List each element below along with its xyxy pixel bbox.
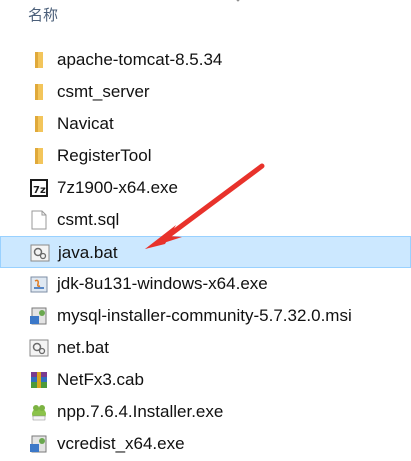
name-column-header[interactable]: 名称 [28, 4, 58, 25]
list-item[interactable]: apache-tomcat-8.5.34 [0, 44, 411, 76]
file-name: net.bat [57, 338, 109, 357]
msi-installer-icon [30, 307, 47, 325]
file-name: vcredist_x64.exe [57, 434, 185, 453]
list-item[interactable]: csmt_server [0, 76, 411, 108]
file-name: Navicat [57, 114, 114, 133]
list-item[interactable]: mysql-installer-community-5.7.32.0.msi [0, 300, 411, 332]
list-item[interactable]: 7z 7z1900-x64.exe [0, 172, 411, 204]
file-name: RegisterTool [57, 146, 152, 165]
svg-text:7z: 7z [33, 185, 46, 196]
list-item[interactable]: net.bat [0, 332, 411, 364]
sort-caret-icon [236, 0, 240, 2]
file-name: 7z1900-x64.exe [57, 178, 178, 197]
list-item[interactable]: NetFx3.cab [0, 364, 411, 396]
file-name: jdk-8u131-windows-x64.exe [57, 274, 268, 293]
file-name: apache-tomcat-8.5.34 [57, 50, 223, 69]
notepad-plus-plus-icon [32, 405, 46, 421]
batch-file-icon [29, 339, 49, 357]
file-list: apache-tomcat-8.5.34 csmt_server Navicat… [0, 44, 411, 460]
file-name: java.bat [58, 243, 118, 262]
list-item[interactable]: Navicat [0, 108, 411, 140]
folder-icon [35, 116, 43, 132]
list-item[interactable]: npp.7.6.4.Installer.exe [0, 396, 411, 428]
list-item[interactable]: java.bat [0, 236, 411, 268]
file-name: NetFx3.cab [57, 370, 144, 389]
list-item[interactable]: jdk-8u131-windows-x64.exe [0, 268, 411, 300]
archive-icon [31, 372, 47, 388]
column-header: 名称 [0, 0, 411, 36]
folder-icon [35, 84, 43, 100]
java-installer-icon [30, 276, 48, 293]
file-name: csmt.sql [57, 210, 120, 229]
batch-file-icon [30, 244, 50, 262]
folder-icon [35, 52, 43, 68]
folder-icon [35, 148, 43, 164]
file-name: mysql-installer-community-5.7.32.0.msi [57, 306, 352, 325]
7zip-icon: 7z [30, 179, 48, 197]
list-item[interactable]: vcredist_x64.exe [0, 428, 411, 460]
installer-icon [30, 435, 47, 453]
file-icon [31, 210, 47, 230]
file-name: csmt_server [57, 82, 150, 101]
file-name: npp.7.6.4.Installer.exe [57, 402, 224, 421]
list-item[interactable]: RegisterTool [0, 140, 411, 172]
list-item[interactable]: csmt.sql [0, 204, 411, 236]
